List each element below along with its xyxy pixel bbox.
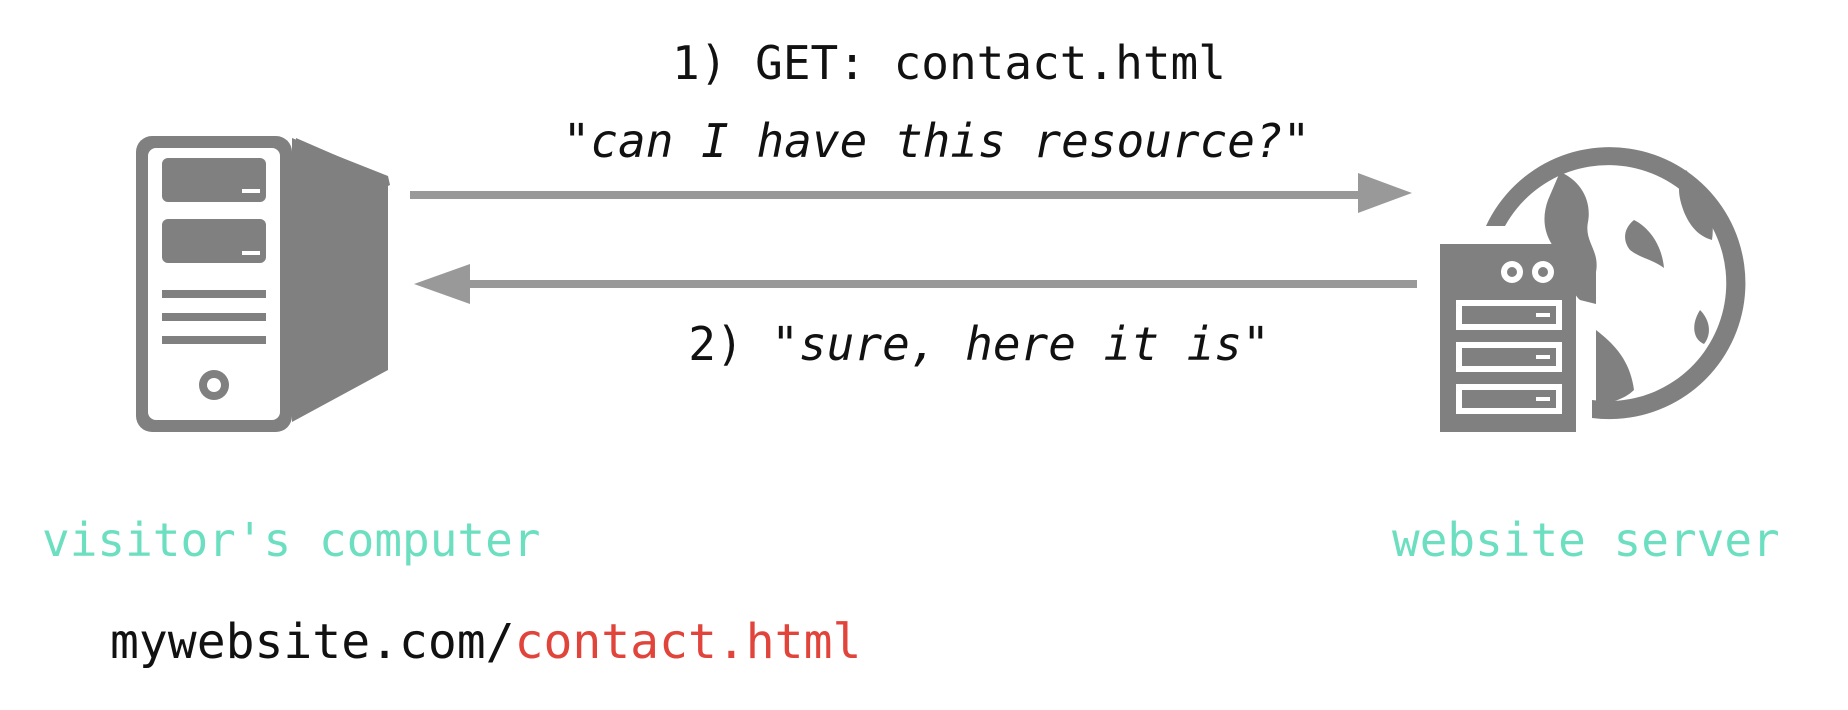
response-step-inner: 2) "sure, here it is" bbox=[688, 317, 1270, 371]
request-step-label: 1) GET: contact.html bbox=[0, 36, 1848, 90]
request-quote-text: "can I have this resource?" bbox=[562, 114, 1311, 168]
request-step-text: 1) GET: contact.html bbox=[672, 36, 1226, 90]
response-step-prefix: 2) bbox=[688, 317, 772, 371]
url-host: mywebsite.com/ bbox=[110, 614, 515, 670]
response-quote-text: "sure, here it is" bbox=[771, 317, 1270, 371]
url-path: contact.html bbox=[514, 614, 862, 670]
request-arrow bbox=[410, 173, 1412, 213]
visitor-computer-label: visitor's computer bbox=[42, 513, 541, 567]
desktop-computer-icon bbox=[136, 136, 390, 432]
request-quote: "can I have this resource?" bbox=[0, 114, 1848, 168]
website-server-label: website server bbox=[1392, 513, 1780, 567]
url-display: mywebsite.com/contact.html bbox=[110, 614, 861, 670]
web-server-globe-icon bbox=[1440, 147, 1746, 432]
response-step-label: 2) "sure, here it is" bbox=[0, 317, 1848, 371]
response-arrow bbox=[414, 264, 1417, 304]
